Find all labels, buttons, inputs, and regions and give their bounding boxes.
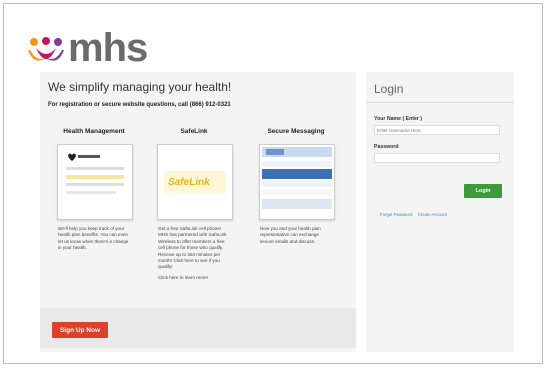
mhs-logo[interactable]: mhs: [26, 22, 148, 70]
login-divider: [366, 102, 514, 103]
feature-description: Get a free SafeLink cell phone! MHS has …: [158, 226, 227, 270]
main-panel: We simplify managing your health! For re…: [40, 72, 356, 352]
support-phone-line: For registration or secure website quest…: [48, 102, 231, 108]
health-page-icon: [66, 153, 124, 194]
feature-description: Now you and your health plan representat…: [260, 226, 321, 244]
login-panel: Login Your Name ( Enter ) Password Login…: [366, 72, 514, 352]
page-headline: We simplify managing your health!: [48, 80, 232, 94]
feature-health-management: Health Management We'll help you keep tr…: [52, 128, 136, 252]
password-input[interactable]: [374, 153, 500, 163]
feature-title: SafeLink: [180, 128, 208, 135]
feature-description: We'll help you keep track of your health…: [58, 226, 129, 251]
forgot-password-link[interactable]: Forgot Password: [380, 212, 412, 217]
feature-title: Health Management: [63, 128, 125, 135]
sign-up-button[interactable]: Sign Up Now: [52, 322, 108, 338]
username-input[interactable]: [374, 125, 500, 135]
safelink-learn-more-link[interactable]: Click here to learn more!: [158, 275, 230, 281]
feature-safelink: SafeLink SafeLink Get a free SafeLink ce…: [152, 128, 236, 281]
password-label: Password: [374, 144, 399, 150]
logo-wordmark: mhs: [68, 26, 148, 70]
safelink-thumbnail[interactable]: SafeLink: [157, 144, 233, 220]
page-frame: mhs We simplify managing your health! Fo…: [3, 3, 543, 364]
safelink-logo-text: SafeLink: [168, 177, 210, 188]
health-management-thumbnail[interactable]: [57, 144, 133, 220]
login-links: Forgot Password Create Account: [380, 212, 451, 217]
feature-title: Secure Messaging: [267, 128, 325, 135]
create-account-link[interactable]: Create Account: [418, 212, 447, 217]
messaging-window-icon: [262, 147, 332, 209]
login-title: Login: [374, 82, 404, 96]
feature-secure-messaging: Secure Messaging Now you and your health…: [254, 128, 338, 245]
secure-messaging-thumbnail[interactable]: [259, 144, 335, 220]
mhs-people-icon: [28, 37, 64, 61]
login-button[interactable]: Login: [464, 184, 502, 198]
username-label: Your Name ( Enter ): [374, 116, 423, 122]
